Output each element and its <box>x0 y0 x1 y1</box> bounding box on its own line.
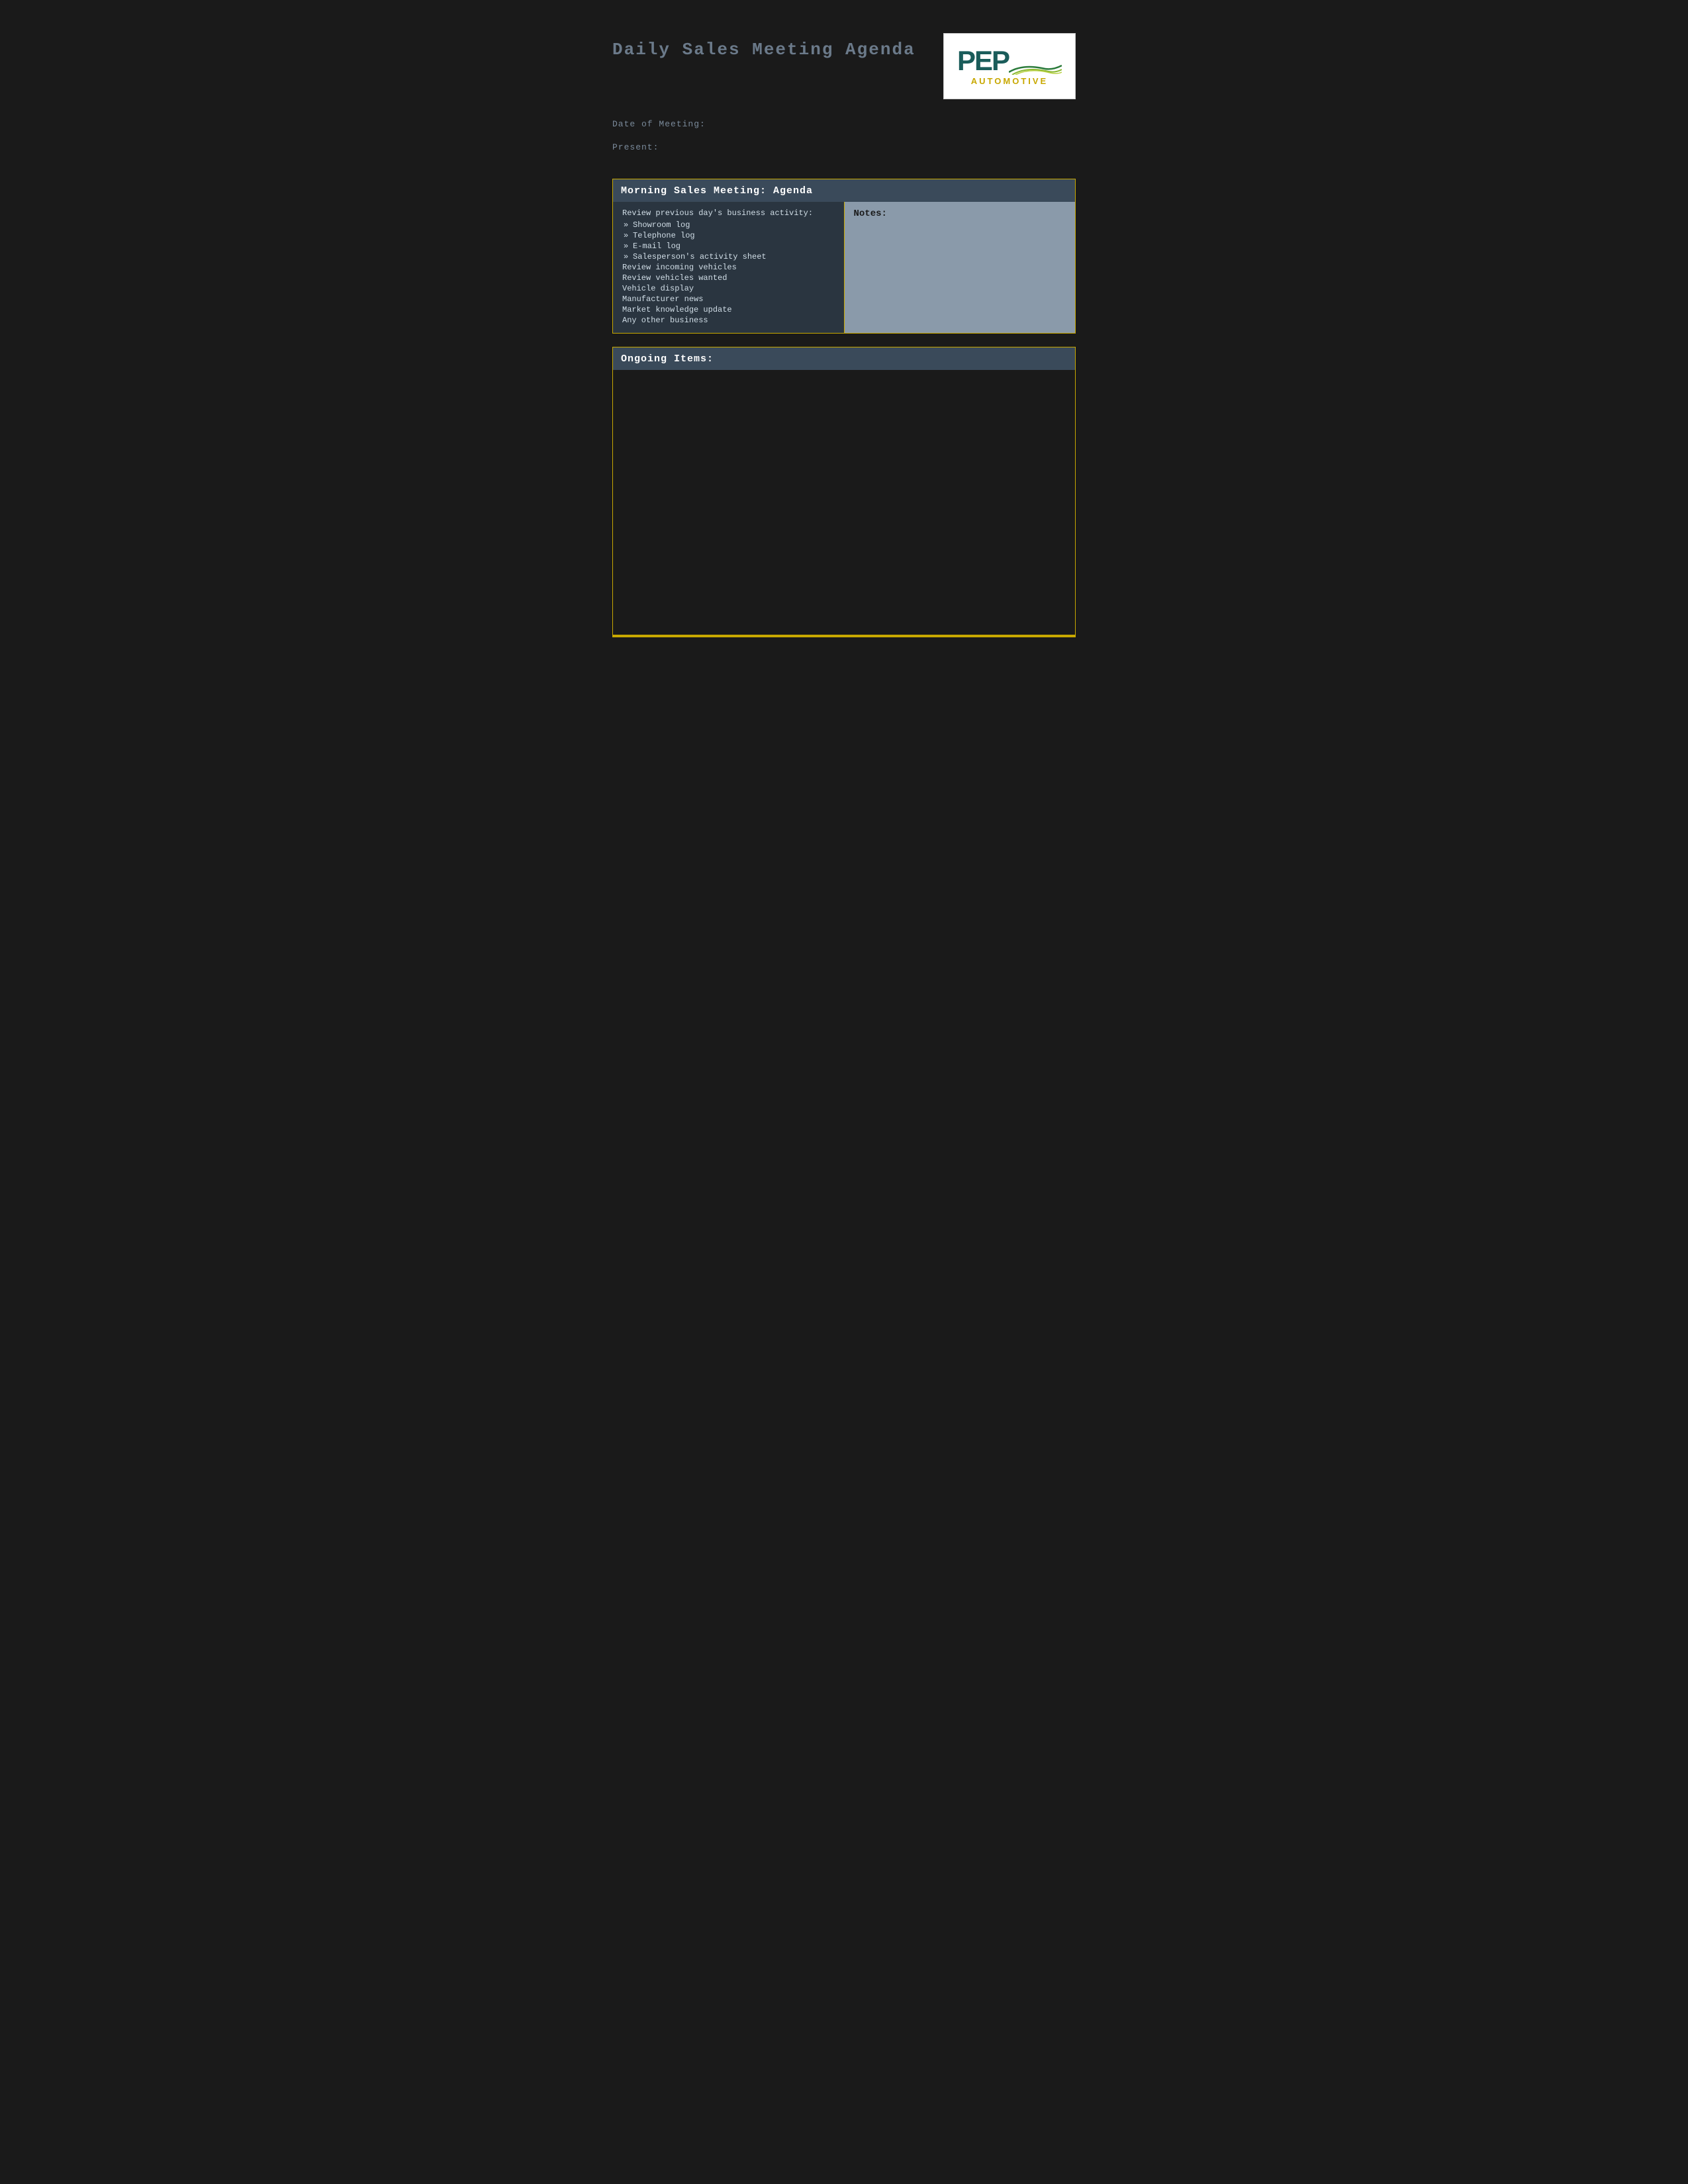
morning-table-header: Morning Sales Meeting: Agenda <box>613 179 1076 203</box>
agenda-intro: Review previous day's business activity: <box>622 208 835 218</box>
agenda-plain-manufacturer: Manufacturer news <box>622 295 835 304</box>
morning-meeting-table: Morning Sales Meeting: Agenda Review pre… <box>612 179 1076 334</box>
notes-cell: Notes: <box>844 202 1076 334</box>
agenda-subitem-email: E-mail log <box>622 242 835 251</box>
notes-label: Notes: <box>854 208 1066 219</box>
agenda-cell: Review previous day's business activity:… <box>613 202 845 334</box>
page-title: Daily Sales Meeting Agenda <box>612 33 915 60</box>
logo-container: PEP AUTOMOTIVE <box>943 33 1076 99</box>
date-label: Date of Meeting: <box>612 119 1076 129</box>
agenda-plain-display: Vehicle display <box>622 284 835 293</box>
agenda-plain-wanted: Review vehicles wanted <box>622 273 835 283</box>
agenda-plain-other: Any other business <box>622 316 835 325</box>
meta-section: Date of Meeting: Present: <box>612 119 1076 152</box>
agenda-subitem-showroom: Showroom log <box>622 220 835 230</box>
ongoing-header: Ongoing Items: <box>613 347 1075 370</box>
agenda-plain-incoming: Review incoming vehicles <box>622 263 835 272</box>
agenda-subitem-telephone: Telephone log <box>622 231 835 240</box>
page: Daily Sales Meeting Agenda PEP AUTOMOTIV… <box>586 13 1102 675</box>
bottom-border <box>612 635 1076 637</box>
logo-tagline: AUTOMOTIVE <box>971 76 1048 86</box>
logo-brand: PEP <box>957 47 1009 75</box>
ongoing-header-text: Ongoing Items: <box>621 353 714 365</box>
ongoing-body <box>613 370 1075 635</box>
agenda-subitem-salesperson: Salesperson's activity sheet <box>622 252 835 261</box>
morning-header-text: Morning Sales Meeting: Agenda <box>621 185 813 197</box>
agenda-plain-market: Market knowledge update <box>622 305 835 314</box>
ongoing-section: Ongoing Items: <box>612 347 1076 635</box>
header-area: Daily Sales Meeting Agenda PEP AUTOMOTIV… <box>612 33 1076 99</box>
present-label: Present: <box>612 142 1076 152</box>
logo-swoosh-icon <box>1009 63 1062 75</box>
